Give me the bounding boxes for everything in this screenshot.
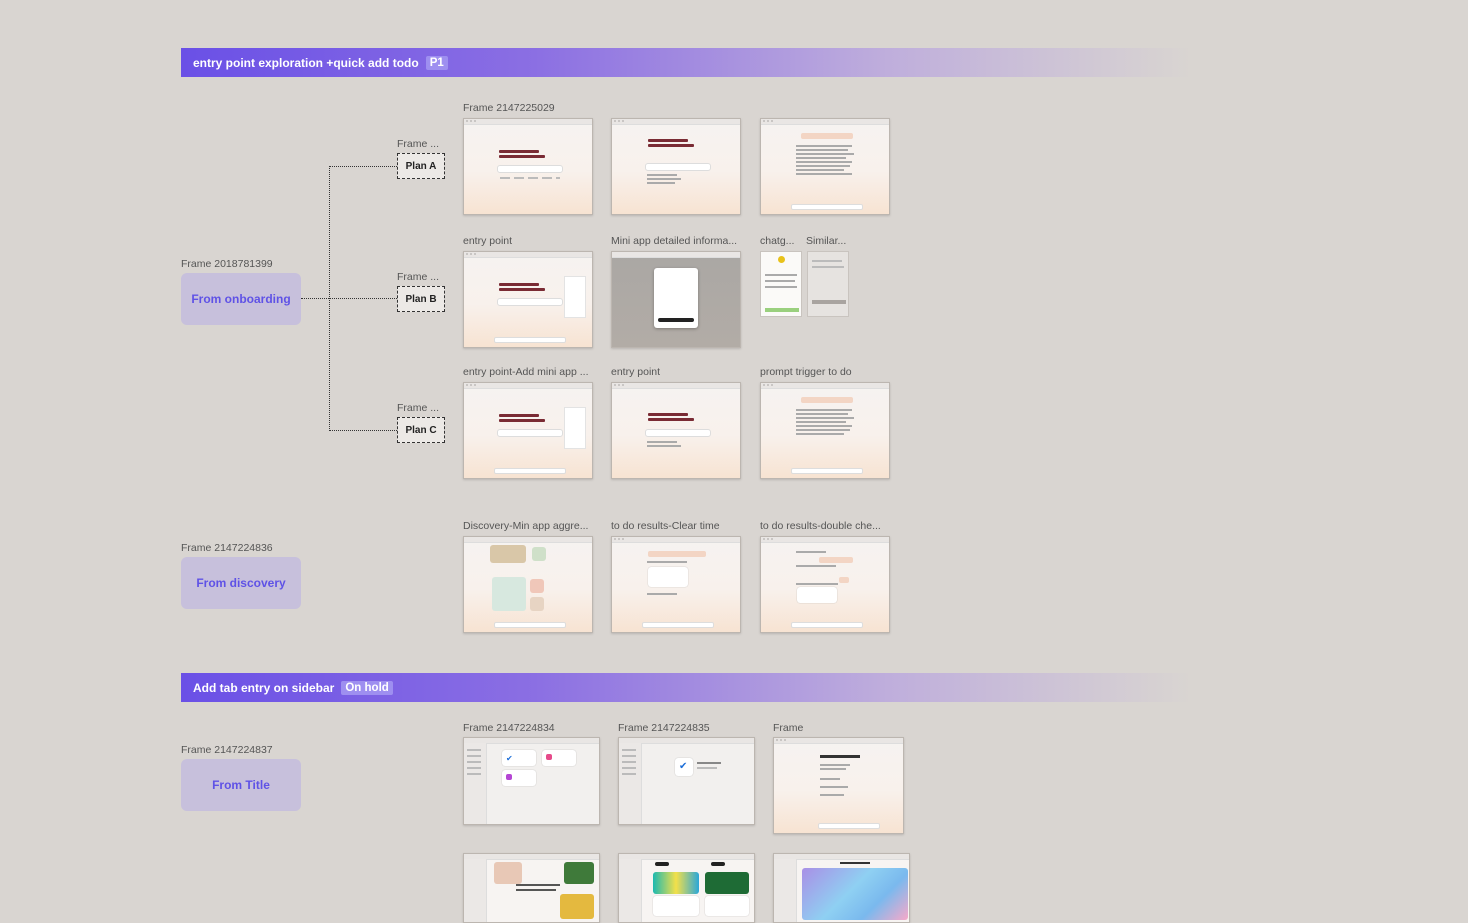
plan-c[interactable]: Plan C [397, 417, 445, 443]
section-banner-sidebar-tab: Add tab entry on sidebar On hold [181, 673, 1191, 702]
frame-label: Similar... [806, 235, 847, 247]
screen-thumbnail[interactable] [760, 251, 802, 317]
frame-label: to do results-Clear time [611, 520, 720, 532]
screen-thumbnail[interactable] [611, 536, 741, 633]
screen-thumbnail[interactable] [807, 251, 849, 317]
screen-thumbnail[interactable] [611, 118, 741, 215]
screen-thumbnail[interactable] [611, 251, 741, 348]
frame-label: entry point [611, 366, 661, 378]
source-title[interactable]: From Title [181, 759, 301, 811]
section-tag: P1 [425, 55, 448, 70]
screen-thumbnail[interactable] [611, 382, 741, 479]
app-icon [506, 774, 512, 780]
frame-label: Frame 2147224836 [181, 542, 273, 554]
screen-thumbnail[interactable] [773, 737, 904, 834]
connector-line [329, 430, 397, 431]
frame-label: Frame [773, 722, 804, 734]
frame-label: Frame 2147224834 [463, 722, 555, 734]
source-onboarding[interactable]: From onboarding [181, 273, 301, 325]
screen-thumbnail[interactable] [773, 853, 910, 923]
screen-thumbnail[interactable] [463, 251, 593, 348]
check-icon: ✔ [506, 754, 513, 763]
frame-label: to do results-double che... [760, 520, 881, 532]
frame-label: Frame ... [397, 271, 440, 283]
section-tag: On hold [341, 680, 393, 695]
screen-thumbnail[interactable] [760, 382, 890, 479]
screen-thumbnail[interactable] [463, 382, 593, 479]
plan-a[interactable]: Plan A [397, 153, 445, 179]
frame-label: entry point-Add mini app ... [463, 366, 589, 378]
connector-line [301, 298, 329, 299]
frame-label: Frame ... [397, 402, 440, 414]
section-banner-entry-point: entry point exploration +quick add todo … [181, 48, 1191, 77]
screen-thumbnail[interactable]: ✔ [618, 737, 755, 825]
screen-thumbnail[interactable] [463, 118, 593, 215]
app-icon [546, 754, 552, 760]
section-title: entry point exploration +quick add todo [193, 55, 419, 70]
frame-label: Frame 2018781399 [181, 258, 273, 270]
frame-label: prompt trigger to do [760, 366, 852, 378]
frame-label: chatg... [760, 235, 795, 247]
frame-label: entry point [463, 235, 513, 247]
screen-thumbnail[interactable] [760, 536, 890, 633]
frame-label: Frame 2147224835 [618, 722, 710, 734]
frame-label: Mini app detailed informa... [611, 235, 738, 247]
check-icon: ✔ [679, 761, 688, 772]
screen-thumbnail[interactable] [463, 536, 593, 633]
frame-label: Frame ... [397, 138, 440, 150]
connector-line [329, 166, 397, 167]
connector-line [329, 298, 397, 299]
screen-thumbnail[interactable] [618, 853, 755, 923]
screen-thumbnail[interactable] [463, 853, 600, 923]
thumb-hello [499, 150, 539, 153]
frame-label: Frame 2147224837 [181, 744, 273, 756]
frame-label: Frame 2147225029 [463, 102, 555, 114]
plan-b[interactable]: Plan B [397, 286, 445, 312]
section-title: Add tab entry on sidebar [193, 680, 335, 695]
frame-label: Discovery-Min app aggre... [463, 520, 589, 532]
screen-thumbnail[interactable] [760, 118, 890, 215]
screen-thumbnail[interactable]: ✔ [463, 737, 600, 825]
source-discovery[interactable]: From discovery [181, 557, 301, 609]
